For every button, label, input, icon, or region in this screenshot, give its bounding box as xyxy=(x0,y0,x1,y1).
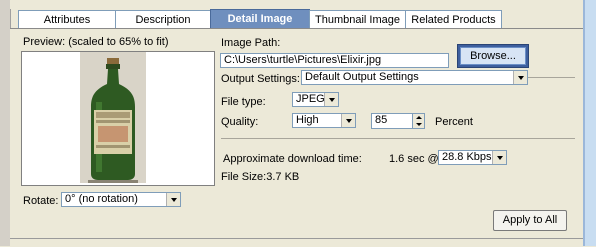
file-type-label: File type: xyxy=(221,96,266,108)
quality-spinner[interactable] xyxy=(412,113,425,129)
apply-to-all-button[interactable]: Apply to All xyxy=(493,210,567,231)
browse-label: Browse... xyxy=(460,47,526,65)
rotate-select[interactable]: 0° (no rotation) xyxy=(61,192,181,207)
output-settings-line xyxy=(528,77,575,78)
chevron-down-icon[interactable] xyxy=(341,114,355,127)
chevron-down-icon[interactable] xyxy=(513,71,527,84)
section-divider xyxy=(221,138,575,139)
output-settings-select[interactable]: Default Output Settings xyxy=(301,70,528,85)
quality-number-value: 85 xyxy=(375,114,388,126)
tab-attributes[interactable]: Attributes xyxy=(18,10,116,29)
window-right-strip xyxy=(585,0,596,246)
output-settings-value: Default Output Settings xyxy=(305,71,419,83)
quality-number-input[interactable]: 85 xyxy=(371,113,413,129)
rotate-label: Rotate: xyxy=(23,195,59,207)
rotate-value: 0° (no rotation) xyxy=(65,193,138,205)
quality-select[interactable]: High xyxy=(292,113,356,128)
preview-label: Preview: (scaled to 65% to fit) xyxy=(23,36,169,48)
image-path-label: Image Path: xyxy=(221,37,281,49)
connection-speed-select[interactable]: 28.8 Kbps xyxy=(438,150,507,165)
download-time-label: Approximate download time: xyxy=(223,153,362,165)
chevron-down-icon[interactable] xyxy=(492,151,506,164)
quality-unit-label: Percent xyxy=(435,116,473,128)
top-bar xyxy=(10,0,583,9)
file-type-select[interactable]: JPEG xyxy=(292,92,339,107)
quality-level-value: High xyxy=(296,114,319,126)
chevron-down-icon[interactable] xyxy=(324,93,338,106)
tab-description[interactable]: Description xyxy=(115,10,211,29)
spin-down-icon[interactable] xyxy=(416,123,422,126)
image-path-value: C:\Users\turtle\Pictures\Elixir.jpg xyxy=(224,54,382,66)
quality-label: Quality: xyxy=(221,116,259,128)
image-path-input[interactable]: C:\Users\turtle\Pictures\Elixir.jpg xyxy=(220,53,449,68)
tab-related-products[interactable]: Related Products xyxy=(405,10,502,29)
file-type-value: JPEG xyxy=(296,93,325,105)
connection-speed-value: 28.8 Kbps xyxy=(442,151,492,163)
tab-detail-image[interactable]: Detail Image xyxy=(210,9,310,29)
chevron-down-icon[interactable] xyxy=(166,193,180,206)
download-time-value: 1.6 sec @ xyxy=(389,153,439,165)
output-settings-label: Output Settings: xyxy=(221,73,300,85)
preview-image xyxy=(80,52,146,183)
file-size-label: File Size:3.7 KB xyxy=(221,171,300,183)
browse-button[interactable]: Browse... xyxy=(457,44,529,68)
spin-up-icon[interactable] xyxy=(416,116,422,119)
tab-thumbnail-image[interactable]: Thumbnail Image xyxy=(309,10,406,29)
